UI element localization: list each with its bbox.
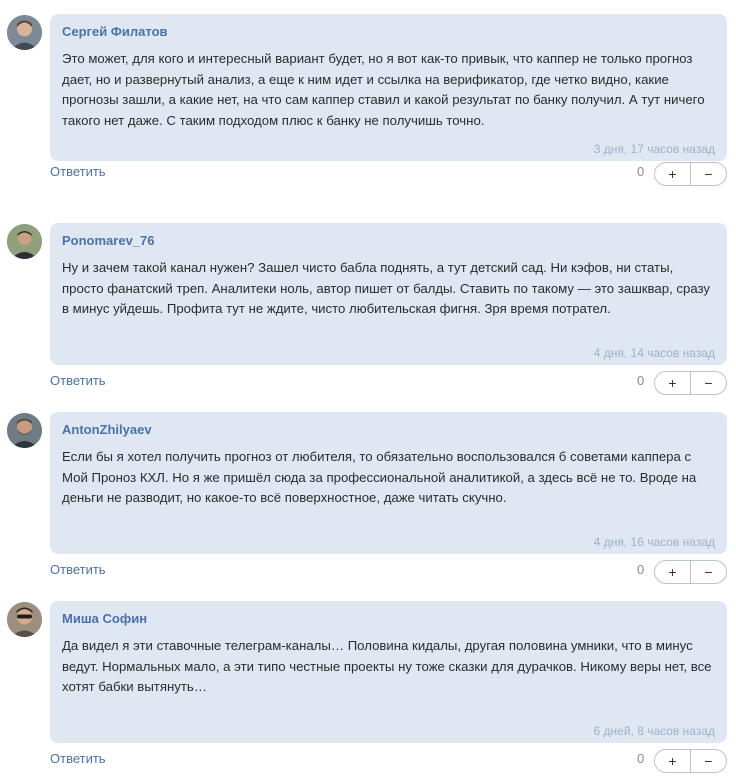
reply-link[interactable]: Ответить	[50, 373, 106, 388]
author-name[interactable]: Сергей Филатов	[62, 24, 715, 40]
comment-bubble: AntonZhilyaev Если бы я хотел получить п…	[50, 412, 727, 554]
avatar[interactable]	[7, 602, 42, 637]
comment-timestamp: 4 дня, 16 часов назад	[593, 535, 715, 549]
vote-score: 0	[637, 164, 645, 179]
comment-text: Да видел я эти ставочные телеграм-каналы…	[62, 638, 712, 694]
comment-bubble: Сергей Филатов Это может, для кого и инт…	[50, 14, 727, 161]
author-name[interactable]: Миша Софин	[62, 611, 715, 627]
comment-item: AntonZhilyaev Если бы я хотел получить п…	[0, 398, 736, 587]
comment-timestamp: 4 дня, 14 часов назад	[593, 346, 715, 360]
upvote-button[interactable]: +	[655, 163, 690, 185]
vote-control: + −	[654, 749, 727, 773]
comment-timestamp: 6 дней, 8 часов назад	[593, 724, 715, 738]
vote-control: + −	[654, 371, 727, 395]
comment-item: Миша Софин Да видел я эти ставочные теле…	[0, 587, 736, 776]
avatar[interactable]	[7, 224, 42, 259]
comment-item: Сергей Филатов Это может, для кого и инт…	[0, 0, 736, 189]
downvote-button[interactable]: −	[690, 750, 726, 772]
reply-link[interactable]: Ответить	[50, 562, 106, 577]
avatar[interactable]	[7, 15, 42, 50]
avatar[interactable]	[7, 413, 42, 448]
vote-score: 0	[637, 373, 645, 388]
downvote-button[interactable]: −	[690, 372, 726, 394]
comment-timestamp: 3 дня, 17 часов назад	[593, 142, 715, 156]
downvote-button[interactable]: −	[690, 561, 726, 583]
vote-control: + −	[654, 162, 727, 186]
downvote-button[interactable]: −	[690, 163, 726, 185]
reply-link[interactable]: Ответить	[50, 164, 106, 179]
vote-score: 0	[637, 751, 645, 766]
upvote-button[interactable]: +	[655, 750, 690, 772]
comment-bubble: Ponomarev_76 Ну и зачем такой канал нуже…	[50, 223, 727, 365]
comment-text: Если бы я хотел получить прогноз от люби…	[62, 449, 697, 505]
author-name[interactable]: AntonZhilyaev	[62, 422, 715, 438]
comment-text: Ну и зачем такой канал нужен? Зашел чист…	[62, 260, 711, 316]
comment-bubble: Миша Софин Да видел я эти ставочные теле…	[50, 601, 727, 743]
upvote-button[interactable]: +	[655, 372, 690, 394]
reply-link[interactable]: Ответить	[50, 751, 106, 766]
author-name[interactable]: Ponomarev_76	[62, 233, 715, 249]
comment-item: Ponomarev_76 Ну и зачем такой канал нуже…	[0, 209, 736, 398]
comment-text: Это может, для кого и интересный вариант…	[62, 51, 705, 128]
vote-score: 0	[637, 562, 645, 577]
vote-control: + −	[654, 560, 727, 584]
upvote-button[interactable]: +	[655, 561, 690, 583]
